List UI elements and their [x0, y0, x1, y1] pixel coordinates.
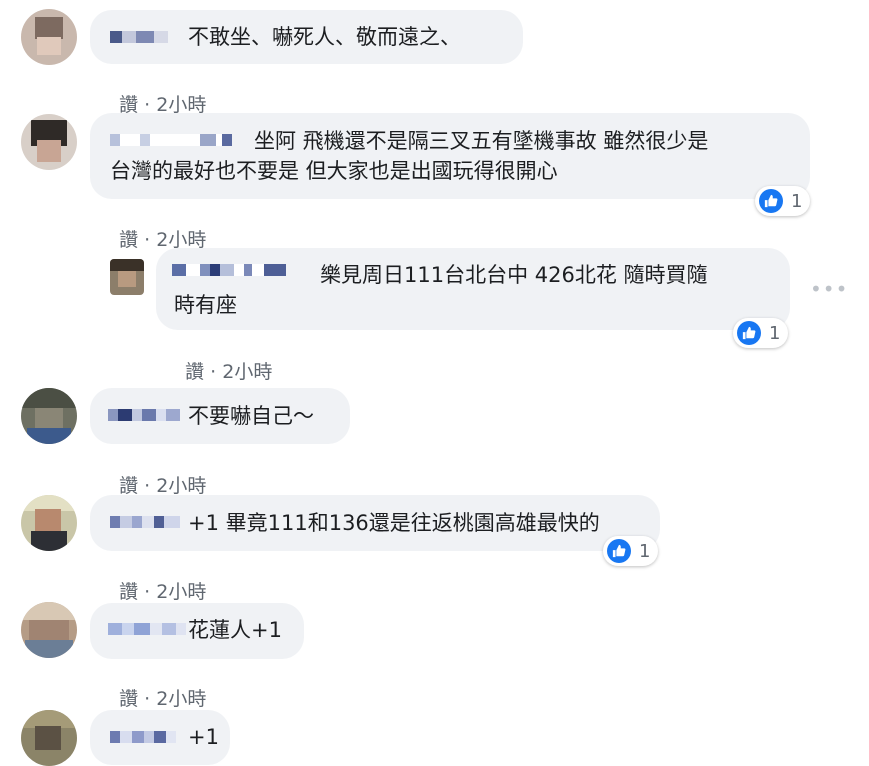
like-link[interactable]: 讚	[119, 229, 138, 251]
commenter-name-blurred[interactable]	[110, 516, 180, 528]
reply-meta: 讚 · 2小時	[185, 361, 273, 383]
like-icon	[607, 539, 631, 563]
reaction-summary[interactable]: 1	[733, 318, 789, 348]
commenter-name-blurred[interactable]	[110, 731, 176, 743]
timestamp[interactable]: 2小時	[222, 361, 272, 383]
commenter-name-blurred[interactable]	[108, 623, 186, 635]
like-icon	[759, 189, 783, 213]
comment-meta: 讚 · 2小時	[119, 229, 207, 251]
comment-text: 花蓮人+1	[188, 618, 282, 642]
timestamp[interactable]: 2小時	[156, 475, 206, 497]
avatar[interactable]	[21, 495, 77, 551]
avatar[interactable]	[21, 602, 77, 658]
like-link[interactable]: 讚	[119, 581, 138, 603]
comment-meta: 讚 · 2小時	[119, 94, 207, 116]
commenter-name-blurred[interactable]	[110, 134, 232, 146]
like-icon	[737, 321, 761, 345]
comment-meta: 讚 · 2小時	[119, 475, 207, 497]
reaction-count: 1	[791, 190, 803, 212]
reply-text: 樂見周日111台北台中 426北花 隨時買隨	[320, 263, 708, 287]
comment-meta: 讚 · 2小時	[119, 581, 207, 603]
avatar[interactable]	[21, 9, 77, 65]
commenter-name-blurred[interactable]	[108, 409, 180, 421]
commenter-name-blurred[interactable]	[110, 31, 168, 43]
comment-text: 台灣的最好也不要是 但大家也是出國玩得很開心	[110, 159, 558, 183]
more-options-icon[interactable]: •••	[810, 277, 848, 301]
avatar[interactable]	[21, 114, 77, 170]
reaction-count: 1	[769, 322, 781, 344]
comment-meta: 讚 · 2小時	[119, 688, 207, 710]
timestamp[interactable]: 2小時	[156, 581, 206, 603]
timestamp[interactable]: 2小時	[156, 688, 206, 710]
reply-text: 時有座	[174, 293, 237, 317]
like-link[interactable]: 讚	[119, 475, 138, 497]
comment-text: 不敢坐、嚇死人、敬而遠之、	[188, 25, 461, 49]
comment-text: +1	[188, 725, 219, 749]
comment-text: 不要嚇自己～	[188, 404, 314, 428]
reaction-summary[interactable]: 1	[755, 186, 811, 216]
comment-text: +1 畢竟111和136還是往返桃園高雄最快的	[188, 511, 600, 535]
like-link[interactable]: 讚	[185, 361, 204, 383]
avatar[interactable]	[110, 259, 144, 295]
reaction-count: 1	[639, 540, 651, 562]
commenter-name-blurred[interactable]	[172, 264, 286, 276]
comment-text: 坐阿 飛機還不是隔三叉五有墜機事故 雖然很少是	[254, 129, 709, 153]
avatar[interactable]	[21, 388, 77, 444]
avatar[interactable]	[21, 710, 77, 766]
like-link[interactable]: 讚	[119, 688, 138, 710]
reaction-summary[interactable]: 1	[603, 536, 659, 566]
